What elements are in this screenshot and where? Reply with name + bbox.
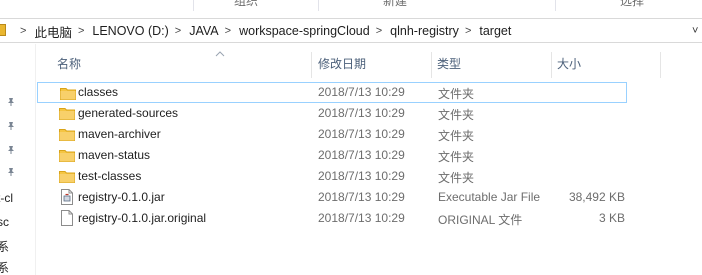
file-type: 文件夹 bbox=[438, 129, 475, 143]
file-size: 3 KB bbox=[598, 211, 625, 225]
chevron-right-icon[interactable]: > bbox=[459, 25, 479, 37]
file-type: ORIGINAL 文件 bbox=[438, 213, 523, 227]
file-date: 2018/7/13 10:29 bbox=[318, 169, 405, 183]
breadcrumb-drive[interactable]: LENOVO (D:) bbox=[92, 24, 168, 38]
chevron-down-icon[interactable]: ˅ bbox=[692, 25, 698, 37]
column-divider[interactable] bbox=[660, 52, 661, 78]
ribbon-group-select: 选择 bbox=[620, 0, 645, 8]
ribbon-separator bbox=[193, 0, 194, 11]
list-item[interactable]: test-classes 2018/7/13 10:29 文件夹 bbox=[37, 166, 702, 187]
list-item[interactable]: registry-0.1.0.jar 2018/7/13 10:29 Execu… bbox=[37, 187, 702, 208]
sort-ascending-icon bbox=[215, 46, 225, 60]
file-name: classes bbox=[78, 85, 119, 99]
pin-icon[interactable] bbox=[6, 121, 16, 131]
column-header-row: 名称 修改日期 类型 大小 bbox=[37, 44, 702, 80]
chevron-right-icon[interactable]: > bbox=[14, 25, 34, 37]
file-date: 2018/7/13 10:29 bbox=[318, 106, 405, 120]
column-divider[interactable] bbox=[431, 52, 432, 78]
ribbon-separator bbox=[318, 0, 319, 11]
pin-icon[interactable] bbox=[6, 167, 16, 177]
nav-item[interactable]: sc bbox=[0, 215, 9, 229]
file-date: 2018/7/13 10:29 bbox=[318, 190, 405, 204]
file-name: test-classes bbox=[78, 169, 142, 183]
breadcrumb-registry[interactable]: qlnh-registry bbox=[390, 24, 459, 38]
file-name: generated-sources bbox=[78, 106, 179, 120]
list-item[interactable]: generated-sources 2018/7/13 10:29 文件夹 bbox=[37, 103, 702, 124]
pin-icon[interactable] bbox=[6, 97, 16, 107]
folder-icon bbox=[0, 24, 6, 36]
chevron-right-icon[interactable]: > bbox=[370, 25, 390, 37]
breadcrumb-target[interactable]: target bbox=[479, 24, 511, 38]
file-name: registry-0.1.0.jar.original bbox=[78, 211, 207, 225]
file-name: registry-0.1.0.jar bbox=[78, 190, 165, 204]
address-bar[interactable]: > 此电脑 > LENOVO (D:) > JAVA > workspace-s… bbox=[0, 18, 702, 43]
nav-item[interactable]: 系 bbox=[0, 259, 9, 275]
navigation-pane[interactable]: t-cl sc 系 系 bbox=[0, 44, 36, 275]
file-date: 2018/7/13 10:29 bbox=[318, 85, 405, 99]
nav-item[interactable]: t-cl bbox=[0, 191, 13, 205]
folder-icon bbox=[59, 148, 75, 162]
breadcrumb-this-pc[interactable]: 此电脑 bbox=[34, 22, 72, 41]
file-name: maven-status bbox=[78, 148, 151, 162]
file-date: 2018/7/13 10:29 bbox=[318, 127, 405, 141]
file-type: 文件夹 bbox=[438, 150, 475, 164]
ribbon-separator bbox=[555, 0, 556, 11]
breadcrumb: > 此电脑 > LENOVO (D:) > JAVA > workspace-s… bbox=[14, 19, 511, 43]
file-name: maven-archiver bbox=[78, 127, 161, 141]
file-icon bbox=[59, 210, 75, 226]
file-size: 38,492 KB bbox=[568, 190, 625, 204]
list-item[interactable]: maven-status 2018/7/13 10:29 文件夹 bbox=[37, 145, 702, 166]
file-type: 文件夹 bbox=[438, 87, 475, 101]
list-item[interactable]: registry-0.1.0.jar.original 2018/7/13 10… bbox=[37, 208, 702, 229]
column-header-name[interactable]: 名称 bbox=[57, 54, 81, 80]
pin-icon[interactable] bbox=[6, 145, 16, 155]
folder-icon bbox=[59, 127, 75, 141]
ribbon-group-labels: 组织 新建 选择 bbox=[0, 0, 702, 11]
jar-file-icon bbox=[59, 189, 75, 205]
column-header-type[interactable]: 类型 bbox=[437, 54, 461, 80]
ribbon-group-organize: 组织 bbox=[234, 0, 259, 8]
file-date: 2018/7/13 10:29 bbox=[318, 148, 405, 162]
column-header-date[interactable]: 修改日期 bbox=[318, 54, 366, 80]
list-item[interactable]: maven-archiver 2018/7/13 10:29 文件夹 bbox=[37, 124, 702, 145]
column-divider[interactable] bbox=[311, 52, 312, 78]
breadcrumb-workspace[interactable]: workspace-springCloud bbox=[239, 24, 370, 38]
file-type: 文件夹 bbox=[438, 171, 475, 185]
file-date: 2018/7/13 10:29 bbox=[318, 211, 405, 225]
folder-icon bbox=[59, 169, 75, 183]
chevron-right-icon[interactable]: > bbox=[72, 25, 92, 37]
nav-item[interactable]: 系 bbox=[0, 238, 9, 255]
file-type: Executable Jar File bbox=[438, 190, 541, 204]
chevron-right-icon[interactable]: > bbox=[169, 25, 189, 37]
breadcrumb-java[interactable]: JAVA bbox=[189, 24, 218, 38]
file-type: 文件夹 bbox=[438, 108, 475, 122]
folder-icon bbox=[60, 86, 76, 100]
list-item[interactable]: classes 2018/7/13 10:29 文件夹 bbox=[37, 82, 627, 103]
column-divider[interactable] bbox=[551, 52, 552, 78]
folder-icon bbox=[59, 106, 75, 120]
column-header-size[interactable]: 大小 bbox=[557, 54, 581, 80]
file-list: classes 2018/7/13 10:29 文件夹 generated-so… bbox=[37, 82, 702, 229]
chevron-right-icon[interactable]: > bbox=[219, 25, 239, 37]
ribbon-group-new: 新建 bbox=[383, 0, 408, 8]
